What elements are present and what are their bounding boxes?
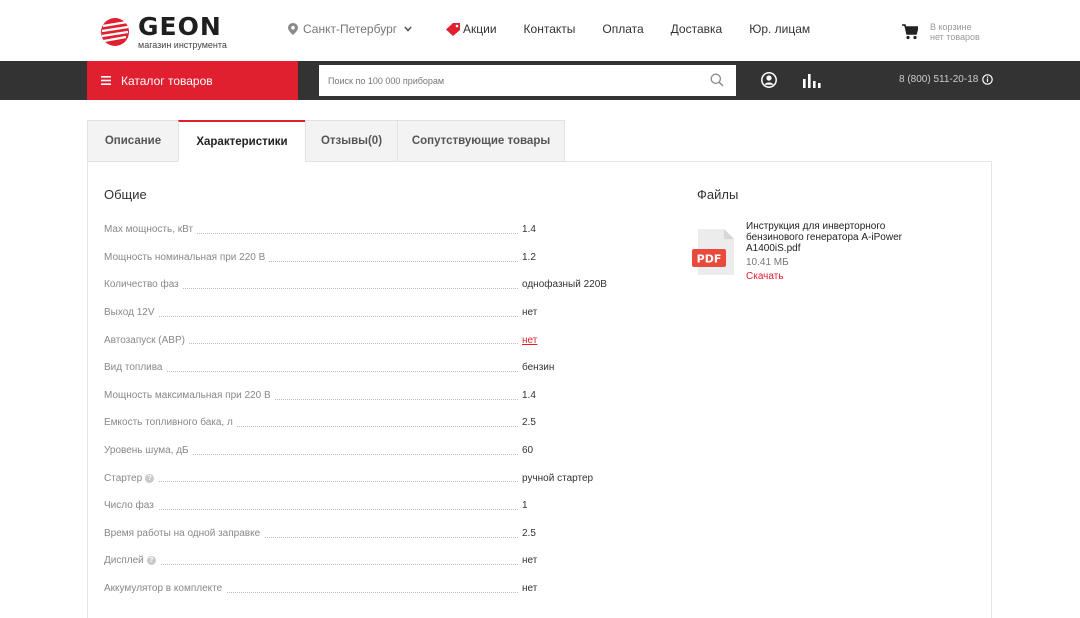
spec-name: Количество фаз (104, 279, 183, 291)
cart-status-line2: нет товаров (930, 32, 980, 42)
spec-row: Стартер? ручной стартер (104, 464, 624, 492)
spec-value: нет (522, 555, 538, 567)
spec-value: 1.2 (522, 251, 536, 263)
catalog-button[interactable]: Каталог товаров (87, 61, 298, 100)
file-size: 10.41 МБ (746, 257, 789, 268)
nav-contacts[interactable]: Контакты (524, 22, 576, 36)
spec-value: бензин (522, 362, 555, 374)
spec-name: Стартер? (104, 472, 159, 484)
phone-number[interactable]: 8 (800) 511-20-18 (899, 74, 994, 85)
city-selector[interactable]: Санкт-Петербург (288, 22, 412, 36)
spec-value: 2.5 (522, 527, 536, 539)
search-icon[interactable] (710, 73, 724, 87)
nav-delivery[interactable]: Доставка (671, 22, 723, 36)
cart[interactable]: В корзине нет товаров (902, 22, 980, 42)
catalog-label: Каталог товаров (121, 73, 213, 88)
spec-row: Max мощность, кВт 1.4 (104, 216, 624, 244)
user-account-icon[interactable] (761, 72, 777, 88)
spec-name: Время работы на одной заправке (104, 527, 265, 539)
spec-name: Мощность максимальная при 220 В (104, 389, 275, 401)
logo[interactable]: GEON магазин инструмента (100, 14, 240, 50)
file-name: Инструкция для инверторного бензинового … (746, 221, 902, 254)
nav-payment[interactable]: Оплата (602, 22, 643, 36)
spec-row: Емкость топливного бака, л 2.5 (104, 409, 624, 437)
spec-name: Аккумулятор в комплекте (104, 583, 227, 595)
phone-text: 8 (800) 511-20-18 (899, 74, 979, 85)
help-icon[interactable]: ? (145, 473, 155, 483)
spec-name: Дисплей? (104, 555, 160, 567)
product-tabs: Описание Характеристики Отзывы(0) Сопутс… (87, 120, 565, 162)
spec-value: однофазный 220В (522, 279, 607, 291)
spec-row: Количество фаз однофазный 220В (104, 271, 624, 299)
logo-name: GEON (138, 11, 222, 41)
help-icon[interactable]: ? (146, 556, 156, 566)
nav-promotions[interactable]: Акции (446, 22, 497, 36)
nav-label: Акции (463, 22, 497, 36)
info-icon[interactable] (982, 74, 994, 85)
pdf-file-icon[interactable]: PDF (692, 227, 736, 277)
spec-value: нет (522, 307, 538, 319)
compare-chart-icon[interactable] (802, 73, 821, 89)
spec-value: 60 (522, 445, 534, 457)
spec-name: Уровень шума, дБ (104, 445, 193, 457)
specs-section-title: Общие (104, 187, 147, 202)
search-input[interactable] (328, 75, 698, 86)
spec-name: Вид топлива (104, 362, 167, 374)
spec-row: Мощность номинальная при 220 В 1.2 (104, 244, 624, 272)
menu-icon (101, 76, 111, 85)
spec-value: 1.4 (522, 224, 536, 236)
spec-value: нет (522, 583, 538, 595)
spec-row: Число фаз 1 (104, 492, 624, 520)
spec-row: Аккумулятор в комплекте нет (104, 575, 624, 603)
chevron-down-icon (404, 26, 412, 32)
spec-row: Вид топлива бензин (104, 354, 624, 382)
spec-row: Дисплей? нет (104, 547, 624, 575)
spec-value: 1 (522, 500, 528, 512)
spec-value: 1.4 (522, 389, 536, 401)
pdf-badge: PDF (697, 253, 722, 266)
search-box (319, 65, 736, 96)
tab-reviews[interactable]: Отзывы(0) (305, 120, 397, 162)
spec-name: Емкость топливного бака, л (104, 417, 237, 429)
spec-name: Max мощность, кВт (104, 224, 198, 236)
spec-name: Выход 12V (104, 307, 159, 319)
logo-mark-icon (101, 18, 129, 46)
tag-icon (446, 22, 460, 36)
spec-row: Время работы на одной заправке 2.5 (104, 520, 624, 548)
tab-specifications[interactable]: Характеристики (178, 120, 305, 162)
file-item: PDF Инструкция для инверторного бензинов… (692, 221, 932, 291)
logo-subtitle: магазин инструмента (138, 39, 227, 50)
download-link[interactable]: Скачать (746, 271, 784, 282)
city-label: Санкт-Петербург (303, 22, 398, 36)
top-header: GEON магазин инструмента Санкт-Петербург… (0, 0, 1080, 61)
location-pin-icon (288, 23, 298, 35)
cart-icon (902, 24, 918, 40)
main-nav: Акции Контакты Оплата Доставка Юр. лицам (446, 22, 837, 36)
cart-status-line1: В корзине (930, 22, 972, 32)
spec-name: Автозапуск (АВР) (104, 334, 189, 346)
tab-description[interactable]: Описание (87, 120, 178, 162)
specs-list: Max мощность, кВт 1.4 Мощность номинальна… (104, 216, 624, 602)
spec-value-link[interactable]: нет (522, 335, 537, 346)
spec-row: Выход 12V нет (104, 299, 624, 327)
spec-row: Мощность максимальная при 220 В 1.4 (104, 382, 624, 410)
spec-name: Число фаз (104, 500, 158, 512)
spec-value: 2.5 (522, 417, 536, 429)
nav-legal-entities[interactable]: Юр. лицам (749, 22, 810, 36)
spec-value: ручной стартер (522, 472, 594, 484)
files-section-title: Файлы (697, 187, 739, 202)
tab-related-products[interactable]: Сопутствующие товары (397, 120, 565, 162)
spec-name: Мощность номинальная при 220 В (104, 251, 270, 263)
spec-row: Автозапуск (АВР) нет (104, 326, 624, 354)
spec-row: Уровень шума, дБ 60 (104, 437, 624, 465)
